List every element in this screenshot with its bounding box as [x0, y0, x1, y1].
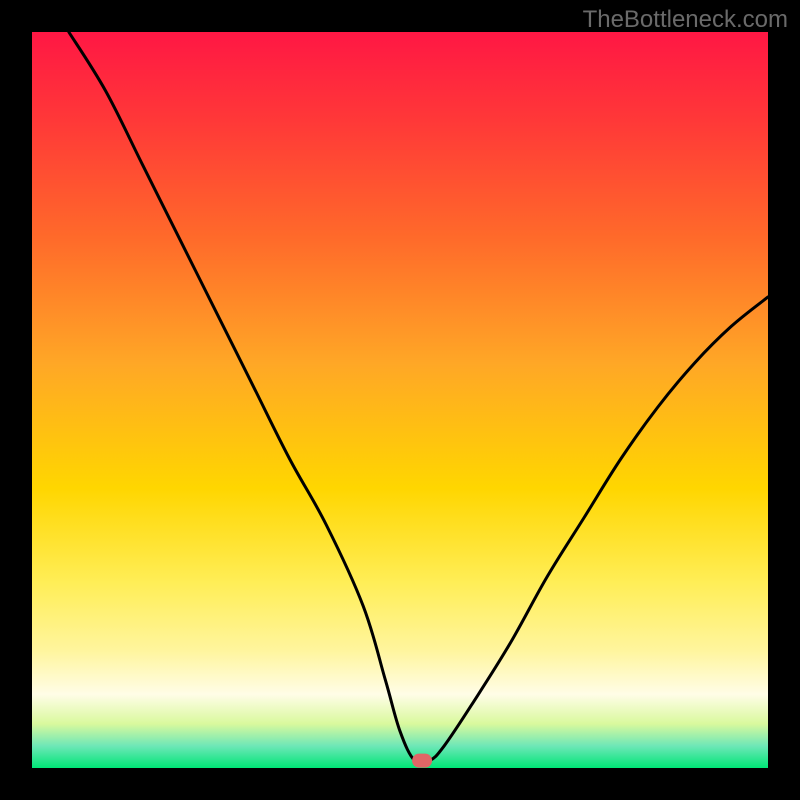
plot-background	[32, 32, 768, 768]
bottleneck-chart: TheBottleneck.com	[0, 0, 800, 800]
optimal-point-marker	[412, 754, 432, 768]
chart-canvas	[0, 0, 800, 800]
watermark-text: TheBottleneck.com	[583, 6, 788, 34]
